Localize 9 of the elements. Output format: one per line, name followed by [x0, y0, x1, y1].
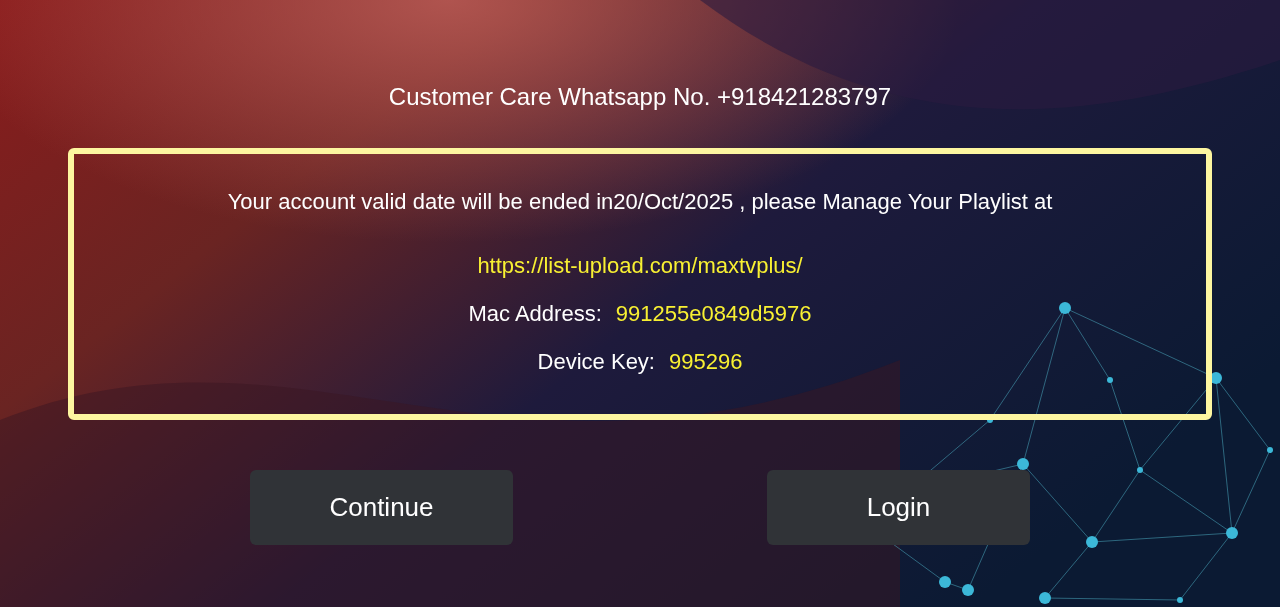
notice-message: Your account valid date will be ended in20/Oct/2025 , please Manage Your Playlist at [227, 188, 1053, 216]
action-button[interactable]: Continue [250, 470, 513, 545]
playlist-link[interactable]: https://list-upload.com/maxtvplus/ [477, 252, 803, 280]
field-value: 995296 [669, 348, 743, 376]
action-button[interactable]: Login [767, 470, 1030, 545]
field-label: Mac Address: [468, 300, 602, 328]
field-label: Device Key: [537, 348, 655, 376]
customer-care-text: Customer Care Whatsapp No. +918421283797 [388, 82, 892, 112]
field-value: 991255e0849d5976 [615, 300, 812, 328]
